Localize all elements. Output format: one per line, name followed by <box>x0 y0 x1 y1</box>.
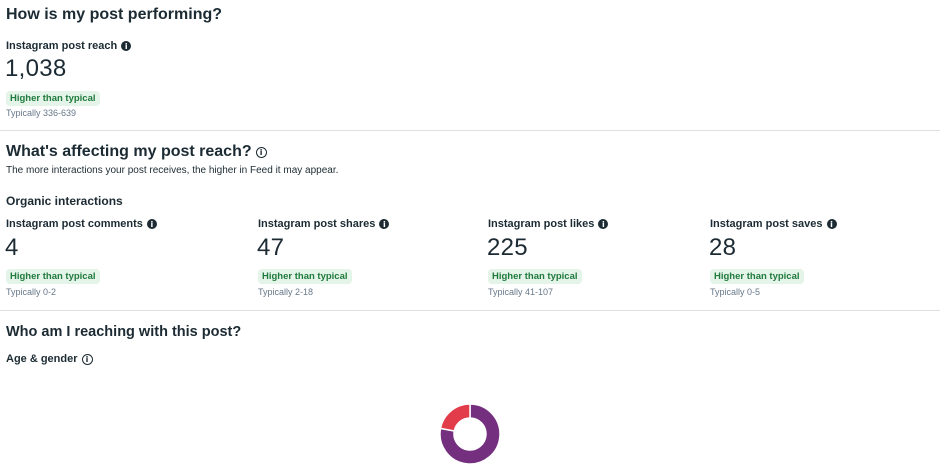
affecting-description: The more interactions your post receives… <box>6 165 339 176</box>
reach-label-row: Instagram post reach i <box>6 40 132 52</box>
reach-value: 1,038 <box>5 55 67 82</box>
info-icon[interactable]: i <box>146 219 157 229</box>
age-gender-label-row: Age & gender i <box>6 353 93 365</box>
likes-label: Instagram post likes <box>488 218 595 230</box>
saves-badge: Higher than typical <box>710 269 804 284</box>
affecting-title: What's affecting my post reach? <box>6 143 252 160</box>
shares-typical: Typically 2-18 <box>258 287 314 297</box>
comments-value: 4 <box>5 234 19 261</box>
saves-typical: Typically 0-5 <box>710 287 761 297</box>
audience-title: Who am I reaching with this post? <box>6 324 242 340</box>
shares-badge: Higher than typical <box>258 269 352 284</box>
age-gender-label: Age & gender <box>6 353 78 365</box>
comments-label: Instagram post comments <box>6 218 143 230</box>
comments-typical: Typically 0-2 <box>6 287 57 297</box>
affecting-title-row: What's affecting my post reach? i <box>6 143 267 161</box>
info-outline-icon[interactable]: i <box>81 353 93 365</box>
saves-label-row: Instagram post saves i <box>710 218 837 230</box>
donut-slice-1[interactable] <box>439 403 471 432</box>
likes-value: 225 <box>487 234 528 261</box>
divider <box>0 130 940 131</box>
comments-label-row: Instagram post comments i <box>6 218 157 230</box>
likes-badge: Higher than typical <box>488 269 582 284</box>
organic-interactions-title: Organic interactions <box>6 194 123 208</box>
shares-label-row: Instagram post shares i <box>258 218 390 230</box>
info-icon[interactable]: i <box>121 41 132 51</box>
reach-label: Instagram post reach <box>6 40 118 52</box>
divider <box>0 310 940 311</box>
info-icon[interactable]: i <box>598 219 609 229</box>
info-icon[interactable]: i <box>826 219 837 229</box>
shares-label: Instagram post shares <box>258 218 376 230</box>
saves-label: Instagram post saves <box>710 218 823 230</box>
comments-badge: Higher than typical <box>6 269 100 284</box>
info-outline-icon[interactable]: i <box>255 146 267 158</box>
reach-badge: Higher than typical <box>6 91 100 106</box>
reach-typical: Typically 336-639 <box>6 108 77 118</box>
info-icon[interactable]: i <box>379 219 390 229</box>
performance-title: How is my post performing? <box>6 6 223 23</box>
saves-value: 28 <box>709 234 737 261</box>
shares-value: 47 <box>257 234 285 261</box>
likes-label-row: Instagram post likes i <box>488 218 609 230</box>
likes-typical: Typically 41-107 <box>488 287 554 297</box>
age-gender-donut-chart <box>439 403 501 465</box>
